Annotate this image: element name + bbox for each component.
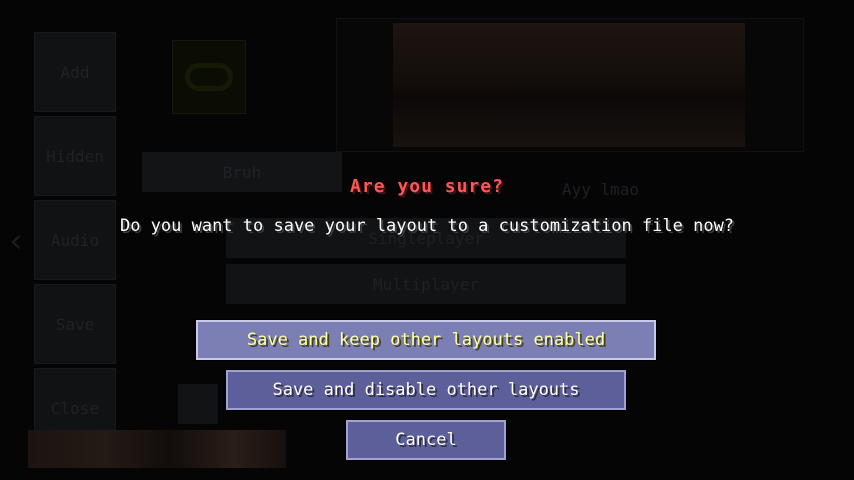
save-keep-layouts-button[interactable]: Save and keep other layouts enabled xyxy=(195,319,657,361)
save-disable-layouts-button[interactable]: Save and disable other layouts xyxy=(225,369,627,411)
bottom-image xyxy=(28,430,286,468)
sidebar-save-button: Save xyxy=(34,284,116,364)
small-square-button xyxy=(178,384,218,424)
save-keep-layouts-label: Save and keep other layouts enabled xyxy=(246,330,606,350)
sidebar-add-button: Add xyxy=(34,32,116,112)
logo-image xyxy=(172,40,246,114)
dialog-message: Do you want to save your layout to a cus… xyxy=(119,216,735,236)
panorama-image xyxy=(393,23,745,147)
save-disable-layouts-label: Save and disable other layouts xyxy=(272,380,580,400)
cancel-label: Cancel xyxy=(395,430,457,450)
panorama-frame xyxy=(336,18,804,152)
sidebar-save-label: Save xyxy=(55,314,95,334)
dialog-title: Are you sure? xyxy=(350,176,504,197)
sidebar-audio-button: Audio xyxy=(34,200,116,280)
multiplayer-label: Multiplayer xyxy=(373,274,479,294)
sidebar-add-label: Add xyxy=(60,62,90,82)
cancel-button[interactable]: Cancel xyxy=(345,419,507,461)
multiplayer-button: Multiplayer xyxy=(226,264,626,304)
sidebar-close-label: Close xyxy=(50,398,100,418)
logo-ring-icon xyxy=(185,63,233,91)
sidebar-hidden-label: Hidden xyxy=(46,146,104,166)
